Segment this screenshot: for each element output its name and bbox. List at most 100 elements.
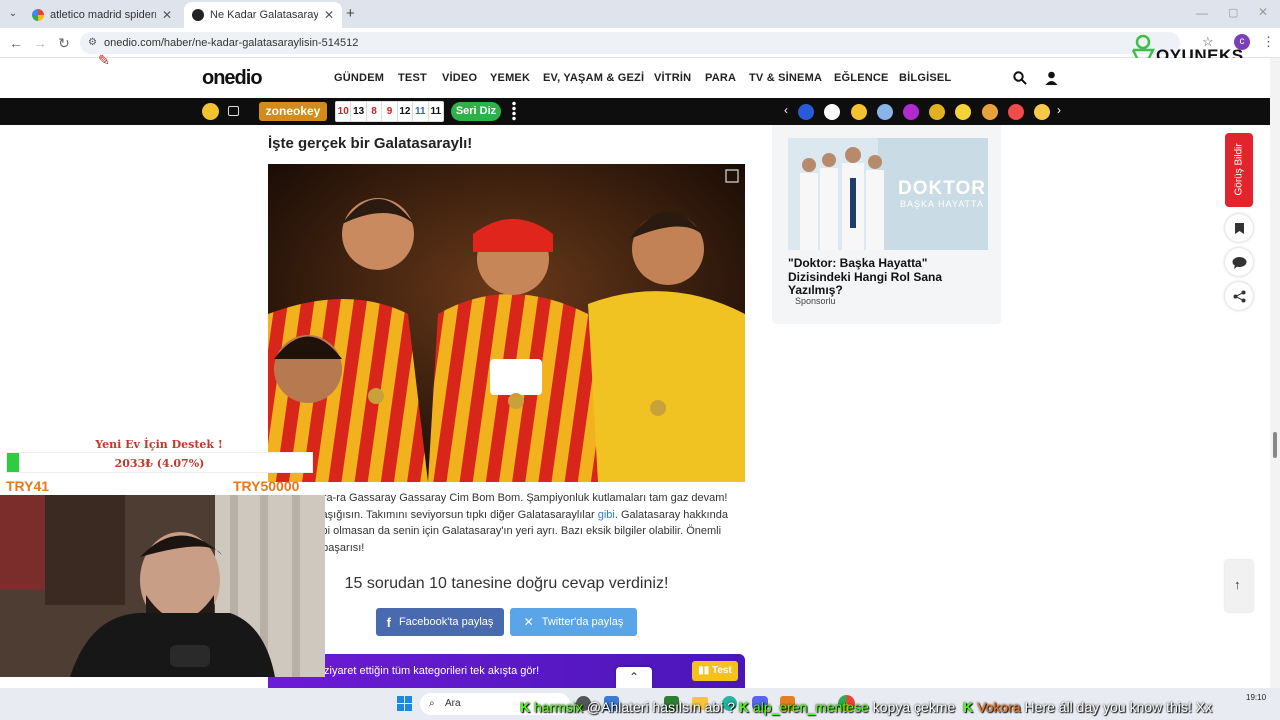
browser-tab[interactable]: atletico madrid spiderman form ✕	[24, 2, 180, 28]
kick-icon: K	[963, 699, 974, 715]
share-icon	[1233, 290, 1245, 302]
share-button[interactable]	[1225, 282, 1253, 310]
game-icon[interactable]	[877, 104, 893, 120]
seri-diz-label: Seri Diz	[455, 105, 497, 117]
google-favicon-icon	[32, 9, 44, 21]
game-icon[interactable]	[955, 104, 971, 120]
tab-search-button[interactable]: ⌄	[6, 7, 20, 21]
search-icon[interactable]	[1013, 71, 1027, 85]
poster-title: DOKTOR	[898, 178, 986, 199]
game-icon[interactable]	[982, 104, 998, 120]
tile: 12	[397, 102, 413, 121]
game-icon[interactable]	[1008, 104, 1024, 120]
new-tab-button[interactable]: +	[346, 5, 355, 22]
nav-gundem[interactable]: GÜNDEM	[334, 72, 384, 84]
twitter-share-label: Twitter'da paylaş	[541, 616, 624, 628]
nav-ev-yasam-gezi[interactable]: EV, YAŞAM & GEZİ	[543, 72, 644, 84]
nav-bilgisel[interactable]: BİLGİSEL	[899, 72, 951, 84]
maximize-icon[interactable]: ▢	[1228, 6, 1238, 19]
games-bar: zoneokey 10 13 8 9 12 11 11 Seri Diz ‹ ›	[0, 98, 1270, 125]
browser-tab-bar: ⌄ atletico madrid spiderman form ✕ Ne Ka…	[0, 0, 1280, 28]
onedio-logo[interactable]: onedio	[202, 67, 263, 90]
feedback-label: Görüş Bildir	[1233, 143, 1245, 196]
bookmark-button[interactable]	[1225, 214, 1253, 242]
nav-tv-sinema[interactable]: TV & SİNEMA	[749, 72, 822, 84]
tab-title: Ne Kadar Galatasaraylısın? - On	[210, 9, 318, 21]
nav-vitrin[interactable]: VİTRİN	[654, 72, 691, 84]
more-games-icon[interactable]	[512, 101, 516, 121]
tile: 8	[366, 102, 382, 121]
article-text-line: hibi olmasan da senin için Galatasaray'ı…	[313, 525, 722, 537]
url-input[interactable]: ⚙ onedio.com/haber/ne-kadar-galatasarayl…	[80, 32, 1180, 54]
webcam-feed-image	[0, 495, 325, 677]
result-photo	[268, 164, 745, 482]
back-arrow-icon[interactable]: ←	[8, 35, 24, 51]
search-placeholder: Ara	[445, 698, 461, 709]
close-tab-icon[interactable]: ✕	[324, 8, 334, 22]
doktor-poster[interactable]: DOKTOR BAŞKA HAYATTA	[788, 138, 988, 250]
promo-banner[interactable]: ziyaret ettiğin tüm kategorileri tek akı…	[268, 654, 745, 688]
forward-arrow-icon[interactable]: →	[32, 35, 48, 51]
nav-eglence[interactable]: EĞLENCE	[834, 72, 889, 84]
chat-username: Vokora	[977, 699, 1021, 715]
reload-icon[interactable]: ↻	[56, 35, 72, 51]
chat-username: alp_eren_mentese	[752, 699, 869, 715]
comment-button[interactable]	[1225, 248, 1253, 276]
zoneokey-button[interactable]: zoneokey	[259, 102, 327, 121]
facebook-share-label: Facebook'ta paylaş	[398, 616, 494, 628]
kick-icon: K	[520, 699, 531, 715]
facebook-icon: f	[386, 614, 391, 630]
search-icon: ⌕	[429, 698, 435, 709]
url-text: onedio.com/haber/ne-kadar-galatasaraylis…	[104, 37, 359, 49]
tile: 9	[382, 102, 397, 121]
gibi-link[interactable]: gibi	[598, 509, 615, 521]
nav-test[interactable]: TEST	[398, 72, 427, 84]
site-header: ✎ onedio GÜNDEM TEST VİDEO YEMEK EV, YAŞ…	[0, 52, 1270, 98]
scrollbar-thumb[interactable]	[1273, 432, 1277, 458]
browser-menu-icon[interactable]: ⋮	[1262, 34, 1275, 50]
close-window-icon[interactable]: ✕	[1258, 5, 1268, 19]
sponsored-label: Sponsorlu	[795, 296, 836, 306]
game-icon[interactable]	[851, 104, 867, 120]
chevron-left-icon[interactable]: ‹	[784, 103, 788, 117]
facebook-share-button[interactable]: f Facebook'ta paylaş	[376, 608, 504, 636]
bookmark-icon	[1234, 222, 1244, 234]
site-info-icon[interactable]: ⚙	[88, 32, 97, 54]
game-icon[interactable]	[929, 104, 945, 120]
twitter-share-button[interactable]: ✕ Twitter'da paylaş	[510, 608, 637, 636]
article-heading: İşte gerçek bir Galatasaraylı!	[268, 135, 473, 152]
nav-video[interactable]: VİDEO	[442, 72, 477, 84]
feedback-button[interactable]: Görüş Bildir	[1225, 133, 1253, 207]
close-tab-icon[interactable]: ✕	[162, 8, 172, 22]
game-icon[interactable]	[798, 104, 814, 120]
donation-max: TRY50000	[233, 478, 300, 494]
user-icon[interactable]	[1045, 71, 1058, 85]
windows-start-icon[interactable]	[397, 696, 412, 711]
minimize-icon[interactable]: —	[1196, 6, 1208, 20]
sidebar-card-title[interactable]: "Doktor: Başka Hayatta" Dizisindeki Hang…	[788, 256, 988, 298]
tile: 11	[428, 102, 443, 121]
donation-progress-bar: 2033₺ (4.07%)	[6, 452, 313, 473]
promo-test-badge[interactable]: ▮▮ Test	[692, 661, 738, 681]
nav-yemek[interactable]: YEMEK	[490, 72, 530, 84]
game-icon[interactable]	[824, 104, 840, 120]
chevron-right-icon[interactable]: ›	[1057, 103, 1061, 117]
okey-tiles[interactable]: 10 13 8 9 12 11 11	[335, 101, 444, 122]
dice-icon[interactable]	[228, 106, 239, 116]
page-scrollbar[interactable]	[1270, 58, 1280, 688]
chevron-up-tab-icon[interactable]: ⌃	[616, 667, 652, 688]
scroll-to-top-button[interactable]: ↑	[1225, 560, 1253, 612]
game-icon[interactable]	[903, 104, 919, 120]
chat-message: kopya çekme	[872, 699, 956, 715]
nav-para[interactable]: PARA	[705, 72, 736, 84]
seri-diz-button[interactable]: Seri Diz	[451, 102, 501, 121]
poster-subtitle: BAŞKA HAYATTA	[900, 199, 984, 209]
donation-min: TRY41	[6, 478, 50, 494]
stream-chat-overlay: K harmsix @Ahlateri hasılsın abi ? K alp…	[520, 699, 1280, 720]
game-icon[interactable]	[1034, 104, 1050, 120]
tile: 10	[336, 102, 351, 121]
browser-tab-active[interactable]: Ne Kadar Galatasaraylısın? - On ✕	[184, 2, 342, 28]
smiley-game-icon[interactable]	[202, 103, 219, 120]
tab-title: atletico madrid spiderman form	[50, 9, 156, 21]
kick-icon: K	[738, 699, 750, 715]
